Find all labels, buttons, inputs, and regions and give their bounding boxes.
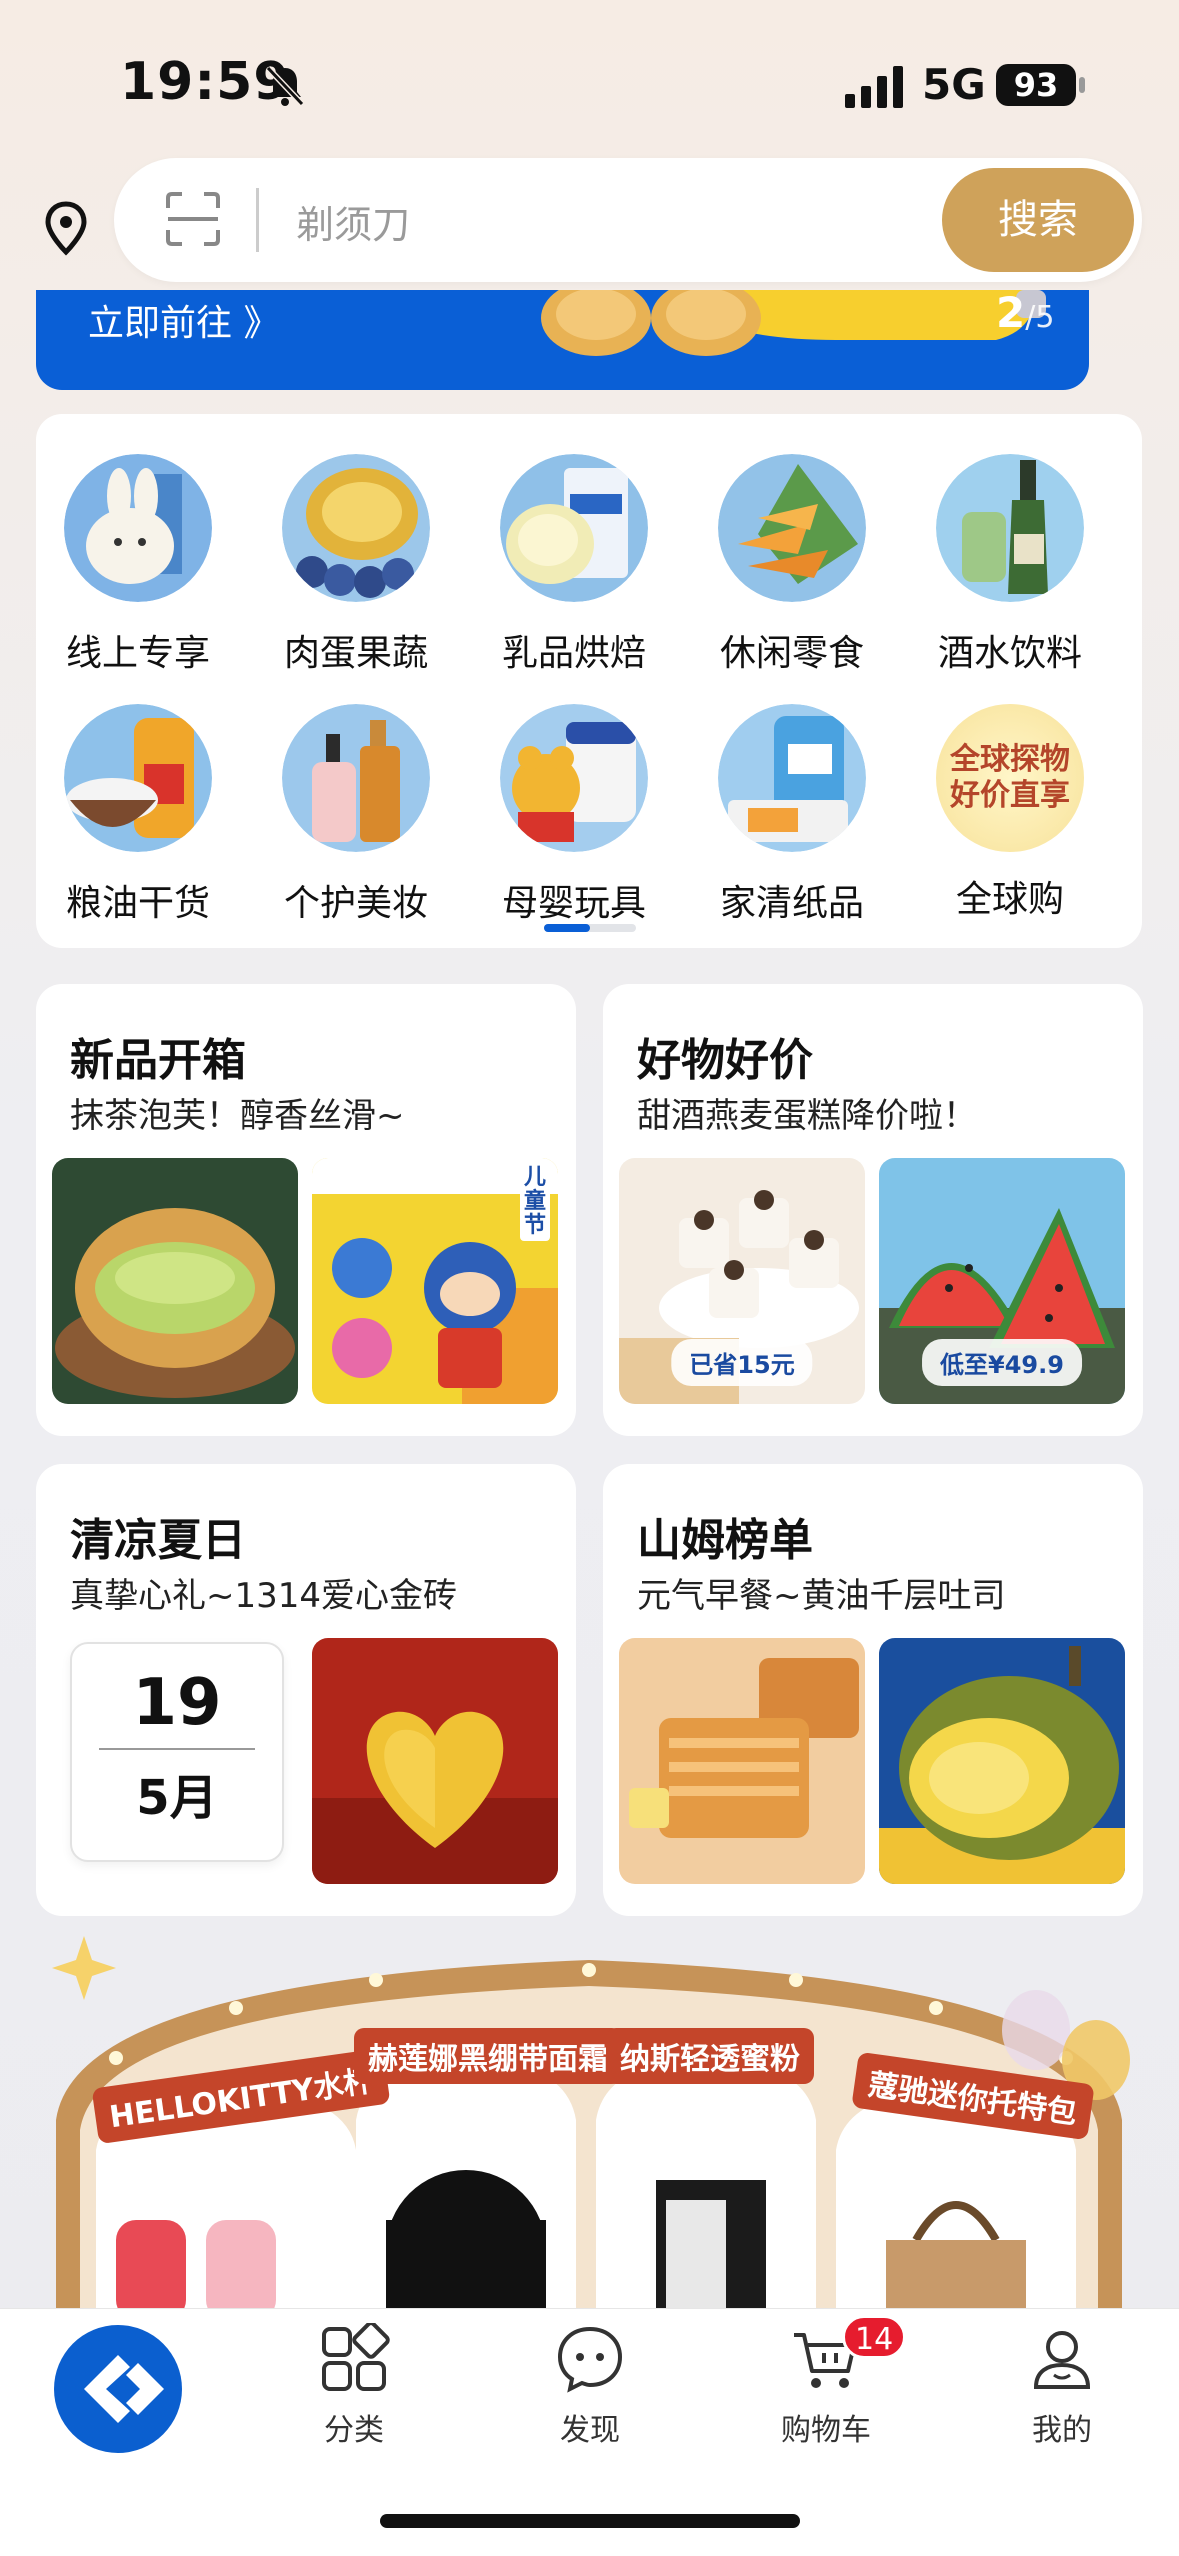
battery-tip (1079, 77, 1085, 93)
saved-price-tag: 已省15元 (671, 1339, 813, 1386)
cart-count-badge: 14 (842, 2315, 907, 2359)
search-bar[interactable]: 剃须刀 搜索 (114, 158, 1142, 282)
category-label: 肉蛋果蔬 (283, 633, 428, 674)
banner-page-total: /5 (1025, 300, 1055, 335)
category-label: 个护美妆 (283, 883, 428, 924)
promo-title: 山姆榜单 (637, 1515, 813, 1566)
banner-illustration (541, 290, 1046, 356)
scan-icon[interactable] (164, 190, 222, 248)
category-global-shopping[interactable]: 全球探物好价直享 全球购 (910, 704, 1110, 922)
promo-subtitle: 元气早餐~黄油千层吐司 (637, 1576, 1006, 1616)
category-label: 酒水饮料 (937, 633, 1082, 674)
category-dairy-bakery-image (500, 454, 648, 602)
bell-off-icon (265, 65, 305, 107)
category-personal-care-image (282, 704, 430, 852)
banner-go-link[interactable]: 立即前往 》 (88, 294, 279, 346)
banner-pager: 2/5 (996, 290, 1054, 337)
watermelon-image[interactable]: 低至¥49.9 (879, 1158, 1125, 1404)
showcase-label: 纳斯轻透蜜粉 (606, 2028, 814, 2084)
category-label: 家清纸品 (719, 883, 864, 924)
promo-card-summer[interactable]: 清凉夏日 真挚心礼~1314爱心金砖 19 5月 (36, 1464, 576, 1916)
category-baby-toys[interactable]: 母婴玩具 (474, 704, 674, 926)
category-personal-care[interactable]: 个护美妆 (256, 704, 456, 926)
tab-label: 分类 (324, 2413, 384, 2448)
calendar-divider (99, 1748, 255, 1750)
search-button[interactable]: 搜索 (942, 168, 1134, 272)
gold-heart-image[interactable] (312, 1638, 558, 1884)
kids-toy-badge-text: 儿童节 (523, 1165, 546, 1239)
home-tab[interactable] (54, 2325, 182, 2453)
promo-card-new-items[interactable]: 新品开箱 抹茶泡芙！醇香丝滑~ 儿童节 (36, 984, 576, 1436)
calendar-day: 19 (132, 1666, 222, 1740)
category-household-paper-image (718, 704, 866, 852)
category-online-exclusive-image (64, 454, 212, 602)
calendar-month: 5月 (136, 1770, 218, 1826)
promo-title: 新品开箱 (70, 1035, 246, 1086)
featured-showcase[interactable]: HELLOKITTY水杯 赫莲娜黑绷带面霜 纳斯轻透蜜粉 蔻驰迷你托特包 (36, 1920, 1142, 2320)
global-shopping-badge-text: 全球探物好价直享 (950, 742, 1070, 813)
signal-icon (845, 66, 903, 108)
tab-cart[interactable]: 14 购物车 (746, 2315, 907, 2449)
showcase-label: 赫莲娜黑绷带面霜 (354, 2028, 622, 2084)
tab-category[interactable]: 分类 (274, 2321, 434, 2449)
category-grid-icon (322, 2321, 390, 2391)
category-grain-oil-image (64, 704, 212, 852)
category-label: 粮油干货 (65, 883, 210, 924)
butter-toast-image[interactable] (619, 1638, 865, 1884)
tab-label: 发现 (560, 2413, 620, 2448)
promo-subtitle: 甜酒燕麦蛋糕降价啦！ (637, 1096, 977, 1136)
matcha-puff-image[interactable] (52, 1158, 298, 1404)
tab-label: 我的 (1032, 2413, 1092, 2448)
oat-cake-image[interactable]: 已省15元 (619, 1158, 865, 1404)
kids-toy-image[interactable]: 儿童节 (312, 1158, 558, 1404)
durian-image[interactable] (879, 1638, 1125, 1884)
tab-profile[interactable]: 我的 (982, 2323, 1142, 2449)
category-meat-fruit-veg-image (282, 454, 430, 602)
category-online-exclusive[interactable]: 线上专享 (38, 454, 238, 676)
low-price-tag: 低至¥49.9 (922, 1339, 1082, 1386)
category-page-indicator (544, 924, 636, 932)
user-icon (1033, 2331, 1091, 2389)
status-bar: 19:59 5G 93 (0, 0, 1179, 175)
search-input[interactable]: 剃须刀 (296, 194, 410, 249)
category-baby-toys-image (500, 704, 648, 852)
network-label: 5G (922, 60, 986, 109)
promo-subtitle: 抹茶泡芙！醇香丝滑~ (70, 1096, 405, 1136)
location-pin-icon[interactable] (42, 200, 90, 256)
category-household-paper[interactable]: 家清纸品 (692, 704, 892, 926)
promo-card-good-price[interactable]: 好物好价 甜酒燕麦蛋糕降价啦！ 已省15元 低至¥49.9 (603, 984, 1143, 1436)
category-meat-fruit-veg[interactable]: 肉蛋果蔬 (256, 454, 456, 676)
category-drinks[interactable]: 酒水饮料 (910, 454, 1110, 676)
kids-toy-badge: 儿童节 (520, 1164, 550, 1241)
promo-banner[interactable]: 立即前往 》 2/5 (36, 290, 1089, 390)
category-label: 乳品烘焙 (501, 633, 646, 674)
category-label: 休闲零食 (719, 633, 864, 674)
category-snacks-image (718, 454, 866, 602)
battery-icon: 93 (996, 64, 1076, 106)
category-label: 线上专享 (65, 633, 210, 674)
promo-subtitle: 真挚心礼~1314爱心金砖 (70, 1576, 458, 1616)
promo-card-sams-rank[interactable]: 山姆榜单 元气早餐~黄油千层吐司 (603, 1464, 1143, 1916)
tab-label: 购物车 (781, 2413, 871, 2448)
category-snacks[interactable]: 休闲零食 (692, 454, 892, 676)
search-divider (256, 188, 259, 252)
category-label: 母婴玩具 (501, 883, 646, 924)
category-global-shopping-image: 全球探物好价直享 (936, 704, 1084, 852)
category-grid: 线上专享 肉蛋果蔬 乳品烘焙 休闲零食 酒水饮料 粮油干货 个护美妆 母婴玩具 … (36, 414, 1142, 948)
category-label: 全球购 (955, 879, 1064, 920)
page-indicator-active (544, 924, 590, 932)
promo-title: 清凉夏日 (70, 1515, 246, 1566)
chat-bubble-icon (557, 2326, 623, 2393)
tab-discover[interactable]: 发现 (510, 2323, 670, 2449)
category-drinks-image (936, 454, 1084, 602)
banner-page-current: 2 (996, 290, 1026, 337)
home-indicator[interactable] (380, 2514, 800, 2528)
category-dairy-bakery[interactable]: 乳品烘焙 (474, 454, 674, 676)
home-diamond-icon (84, 2355, 164, 2423)
promo-title: 好物好价 (637, 1035, 813, 1086)
category-grain-oil[interactable]: 粮油干货 (38, 704, 238, 926)
calendar-widget[interactable]: 19 5月 (70, 1642, 284, 1862)
